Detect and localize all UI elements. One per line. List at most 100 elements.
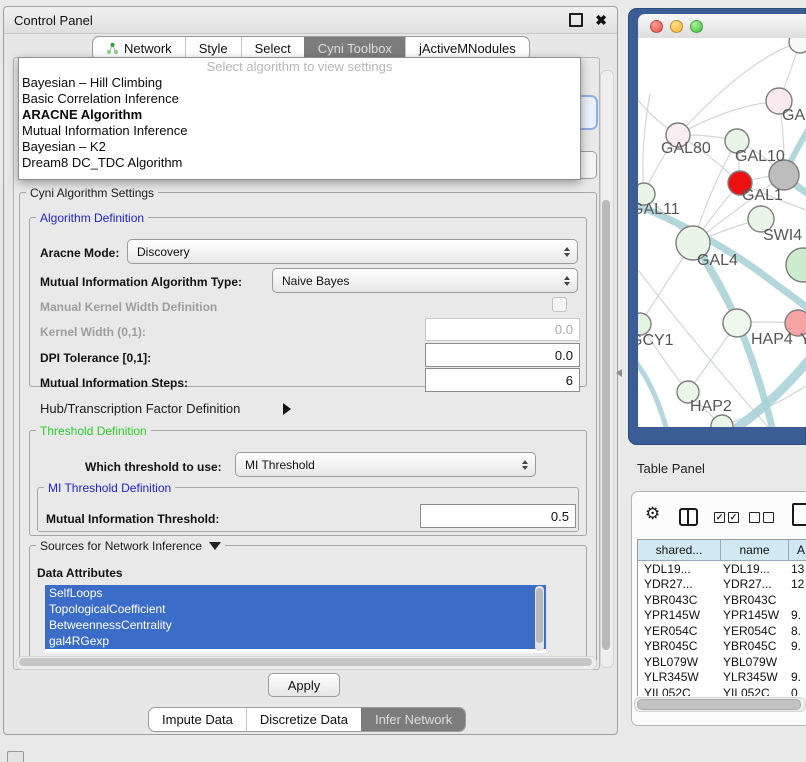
table-horizontal-scrollbar-thumb[interactable] xyxy=(637,699,801,710)
dropdown-placeholder: Select algorithm to view settings xyxy=(19,58,580,75)
mi-steps-label: Mutual Information Steps: xyxy=(40,376,188,390)
aracne-mode-combo[interactable]: Discovery xyxy=(127,239,578,264)
column-layout-icon[interactable] xyxy=(679,508,698,526)
table-row[interactable]: YPR145WYPR145W9. xyxy=(638,608,806,624)
column-header-shared[interactable]: shared... xyxy=(638,540,721,561)
zoom-traffic-light-icon[interactable] xyxy=(690,20,703,33)
dpi-tolerance-label: DPI Tolerance [0,1]: xyxy=(40,351,151,365)
dpi-tolerance-field[interactable]: 0.0 xyxy=(425,343,580,367)
manual-kernel-width-label: Manual Kernel Width Definition xyxy=(40,300,217,314)
screen: Control Panel ✖ NetworkStyleSelectCyni T… xyxy=(0,0,806,762)
kernel-width-value: 0.0 xyxy=(555,322,573,337)
table-row[interactable]: YBR045CYBR045C9. xyxy=(638,639,806,655)
mi-threshold-definition-title: MI Threshold Definition xyxy=(44,481,175,495)
combo-arrows-icon xyxy=(522,460,535,470)
algorithm-option-dream8-dc-tdc-algorithm[interactable]: Dream8 DC_TDC Algorithm xyxy=(19,155,580,171)
network-edge-thick[interactable] xyxy=(638,360,666,427)
table-cell: 9. xyxy=(787,608,806,622)
network-canvas[interactable]: GALGAL80GAL10GAL1GAL11SWI4GAL4HAP4YGCY1H… xyxy=(638,38,806,427)
minimize-traffic-light-icon[interactable] xyxy=(670,20,683,33)
close-icon[interactable]: ✖ xyxy=(595,13,607,27)
manual-kernel-width-checkbox[interactable] xyxy=(552,297,567,312)
algorithm-option-bayesian-hill-climbing[interactable]: Bayesian – Hill Climbing xyxy=(19,75,580,91)
network-node-label-hap4: HAP4 xyxy=(751,331,793,348)
tab-label: Impute Data xyxy=(162,709,233,731)
column-header-name[interactable]: name xyxy=(721,540,789,561)
table-row[interactable]: YDL19...YDL19...13 xyxy=(638,561,806,577)
kernel-width-field[interactable]: 0.0 xyxy=(425,318,580,341)
table-row[interactable]: YLR345WYLR345W9. xyxy=(638,670,806,686)
which-threshold-value: MI Threshold xyxy=(245,458,315,472)
table-row[interactable]: YIL052CYIL052C0 xyxy=(638,685,806,696)
mi-steps-field[interactable]: 6 xyxy=(425,368,580,392)
expand-arrow-icon[interactable] xyxy=(283,403,291,415)
split-resize-arrow-icon[interactable] xyxy=(616,369,622,377)
algorithm-option-bayesian-k2[interactable]: Bayesian – K2 xyxy=(19,139,580,155)
minimized-panel-icon[interactable] xyxy=(7,751,24,762)
algorithm-option-mutual-information-inference[interactable]: Mutual Information Inference xyxy=(19,123,580,139)
deselect-all-checkboxes-icon[interactable] xyxy=(749,512,774,523)
aracne-mode-label: Aracne Mode: xyxy=(40,246,119,260)
select-all-checkboxes-icon[interactable]: ✓✓ xyxy=(714,512,739,523)
which-threshold-label: Which threshold to use: xyxy=(85,460,222,474)
network-graph[interactable]: GALGAL80GAL10GAL1GAL11SWI4GAL4HAP4YGCY1H… xyxy=(638,38,806,427)
combo-fragment-focused xyxy=(579,95,598,130)
gear-icon[interactable]: ⚙ xyxy=(645,504,660,524)
mi-threshold-field[interactable]: 0.5 xyxy=(420,504,576,528)
attributes-list-scrollbar-thumb[interactable] xyxy=(536,588,543,643)
attribute-item-gal4rgexp[interactable]: gal4RGexp xyxy=(45,633,546,649)
algorithm-option-basic-correlation-inference[interactable]: Basic Correlation Inference xyxy=(19,91,580,107)
apply-button[interactable]: Apply xyxy=(268,673,340,697)
mi-steps-value: 6 xyxy=(566,373,573,388)
mi-algorithm-type-combo[interactable]: Naive Bayes xyxy=(272,268,578,293)
which-threshold-combo[interactable]: MI Threshold xyxy=(235,452,536,477)
mi-algorithm-type-value: Naive Bayes xyxy=(282,274,349,288)
network-node[interactable] xyxy=(711,415,733,427)
attribute-item-betweennesscentrality[interactable]: BetweennessCentrality xyxy=(45,617,546,633)
apply-button-label: Apply xyxy=(288,678,321,693)
column-header-a[interactable]: A xyxy=(789,540,806,561)
float-window-icon[interactable] xyxy=(569,13,583,27)
network-node-label-gal10: GAL10 xyxy=(735,148,785,165)
algorithm-option-aracne-algorithm[interactable]: ARACNE Algorithm xyxy=(19,107,580,123)
settings-horizontal-scrollbar-thumb[interactable] xyxy=(19,658,592,666)
table-row[interactable]: YDR27...YDR27...12 xyxy=(638,577,806,593)
network-node-label-gal1: GAL1 xyxy=(742,187,783,204)
table-cell: YBL079W xyxy=(638,655,720,669)
table-cell: YBL079W xyxy=(720,655,787,669)
table-cell: 8. xyxy=(787,624,806,638)
data-attributes-list[interactable]: SelfLoopsTopologicalCoefficientBetweenne… xyxy=(45,585,546,653)
network-node-label-hap2: HAP2 xyxy=(690,398,732,415)
tab-label: Infer Network xyxy=(375,709,452,731)
table-cell: YDL19... xyxy=(720,562,787,576)
collapse-arrow-icon[interactable] xyxy=(209,542,221,550)
table-row[interactable]: YER054CYER054C8. xyxy=(638,623,806,639)
table-row[interactable]: YBR043CYBR043C xyxy=(638,592,806,608)
network-node[interactable] xyxy=(789,38,806,53)
network-node[interactable] xyxy=(723,309,751,337)
close-traffic-light-icon[interactable] xyxy=(650,20,663,33)
network-node-label-y: Y xyxy=(800,331,806,348)
network-window-titlebar[interactable] xyxy=(638,14,806,38)
attribute-item-selfloops[interactable]: SelfLoops xyxy=(45,585,546,601)
table-body: YDL19...YDL19...13YDR27...YDR27...12YBR0… xyxy=(638,561,806,696)
table-cell: YLR345W xyxy=(638,670,720,684)
settings-vertical-scrollbar-thumb[interactable] xyxy=(602,200,610,650)
attribute-item-topologicalcoefficient[interactable]: TopologicalCoefficient xyxy=(45,601,546,617)
network-node-label-gal80: GAL80 xyxy=(661,140,711,157)
table-cell: YER054C xyxy=(720,624,787,638)
data-attributes-label: Data Attributes xyxy=(37,566,123,580)
table-cell: YDL19... xyxy=(638,562,720,576)
tab-impute-data[interactable]: Impute Data xyxy=(149,708,246,731)
table-cell: YIL052C xyxy=(720,686,787,696)
table-cell: YIL052C xyxy=(638,686,720,696)
document-icon[interactable] xyxy=(792,503,806,526)
tab-infer-network[interactable]: Infer Network xyxy=(361,708,465,731)
table-row[interactable]: YBL079WYBL079W xyxy=(638,654,806,670)
combo-arrows-icon xyxy=(564,247,577,257)
network-node-label-gal11: GAL11 xyxy=(638,201,680,218)
tab-discretize-data[interactable]: Discretize Data xyxy=(246,708,361,731)
network-node[interactable] xyxy=(786,248,806,282)
control-panel-title: Control Panel xyxy=(14,13,93,28)
hub-tf-definition-label: Hub/Transcription Factor Definition xyxy=(40,401,240,416)
